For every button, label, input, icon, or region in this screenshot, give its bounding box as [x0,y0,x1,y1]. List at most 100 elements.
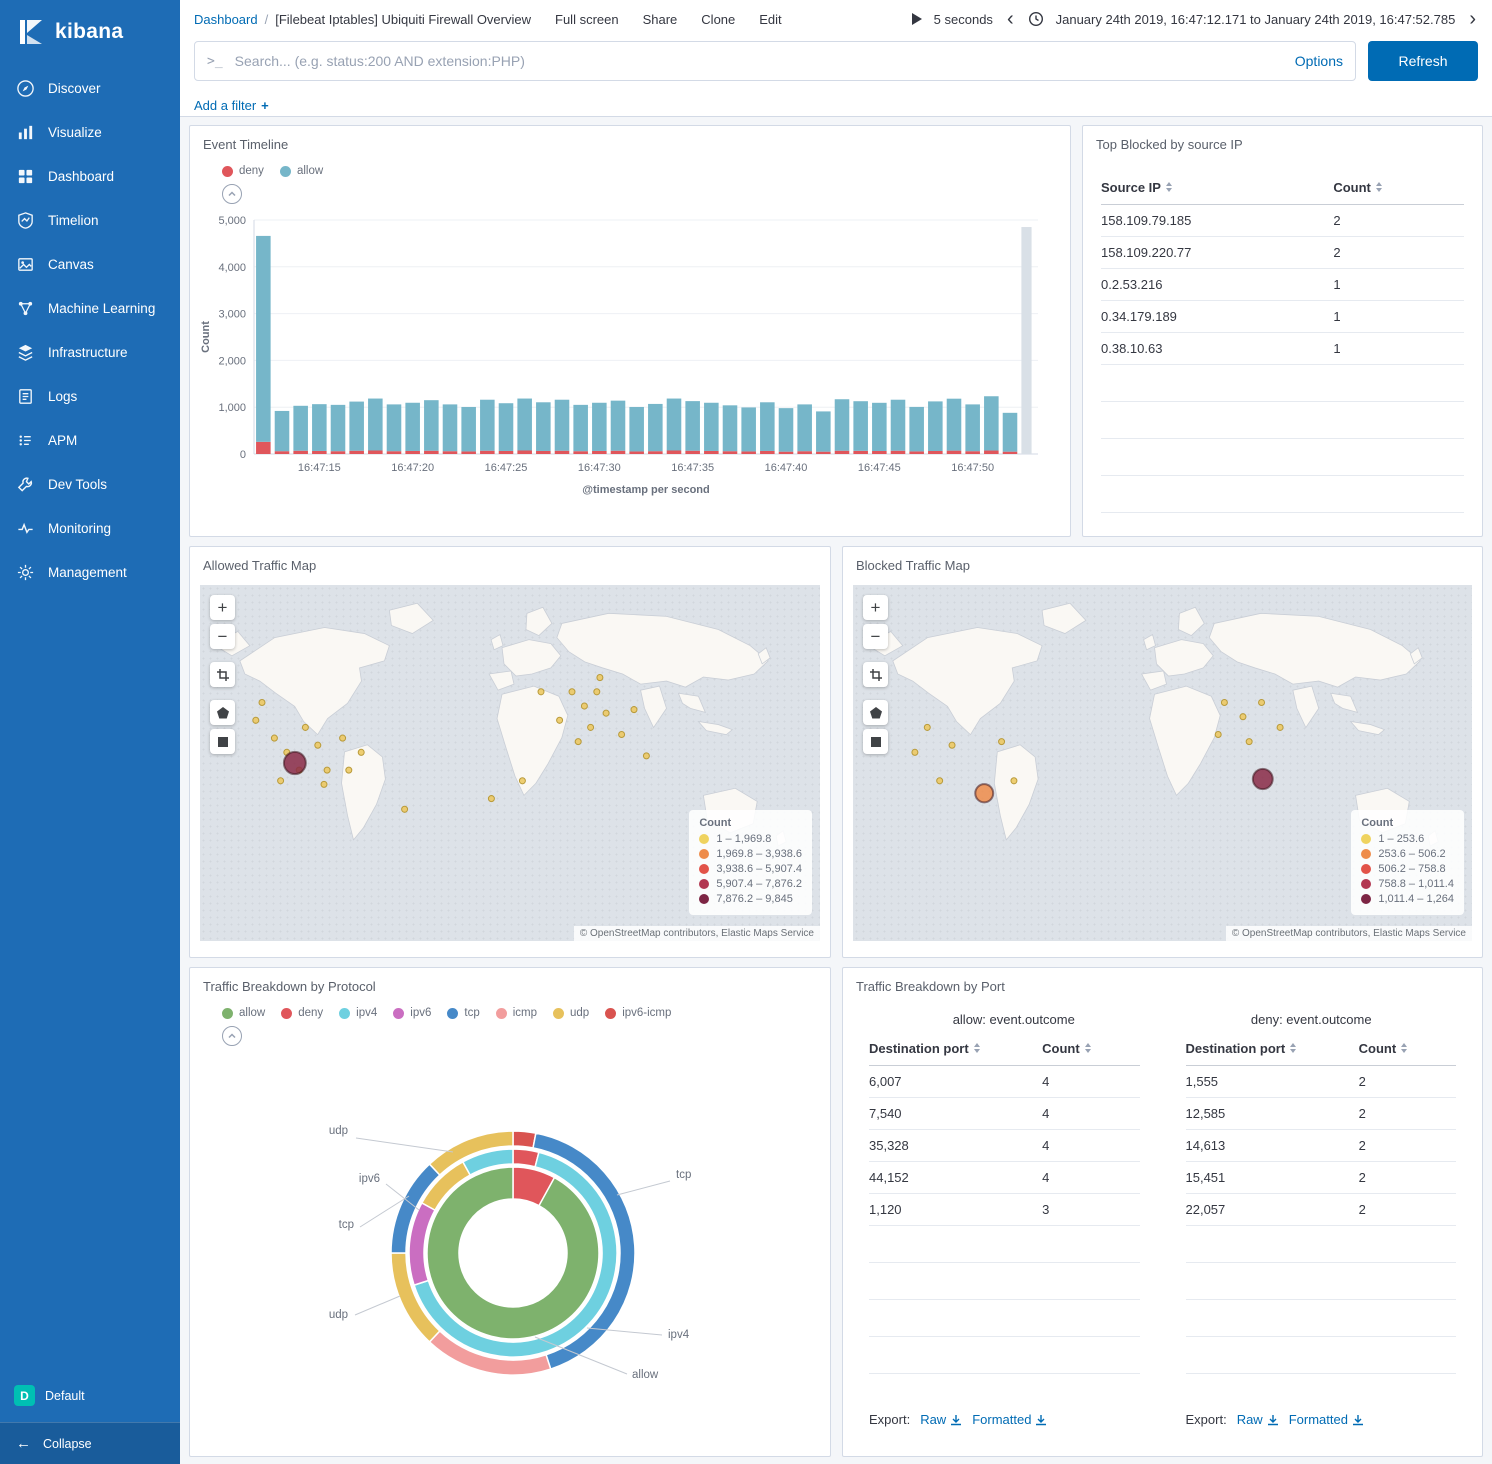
legend-item-deny[interactable]: deny [281,1007,323,1019]
allowed-traffic-map[interactable]: + − Count 1 – 1,969.8 1,969.8 – 3,938.6 … [200,585,820,941]
play-refresh-icon[interactable] [912,13,922,25]
kibana-app: kibana Discover Visualize Dashboard Time… [0,0,1492,1464]
sidebar-item-label: Dev Tools [48,477,107,492]
breadcrumb-separator: / [265,12,269,27]
legend-collapse-button[interactable] [222,184,242,204]
refresh-button[interactable]: Refresh [1368,41,1478,81]
time-range[interactable]: January 24th 2019, 16:47:12.171 to Janua… [1056,12,1456,27]
zoom-in-button[interactable]: + [863,595,888,620]
sidebar-item-machine-learning[interactable]: Machine Learning [0,286,180,330]
map-controls: + − [210,595,235,754]
sort-icon[interactable] [1085,1043,1091,1053]
space-selector[interactable]: D Default [0,1385,180,1406]
kibana-logo-block[interactable]: kibana [0,0,180,66]
query-options-link[interactable]: Options [1295,53,1343,69]
time-forward-chevron-icon[interactable]: › [1467,9,1478,29]
panel-title: Traffic Breakdown by Port [843,968,1482,998]
legend-item-ipv4[interactable]: ipv4 [339,1007,377,1019]
breadcrumb-dashboard-link[interactable]: Dashboard [194,12,258,27]
svg-text:0: 0 [240,449,246,461]
map-legend: Count 1 – 1,969.8 1,969.8 – 3,938.6 3,93… [689,810,812,915]
add-filter-plus-icon[interactable]: + [261,98,269,113]
panel-traffic-by-protocol: Traffic Breakdown by Protocol allow deny… [189,967,831,1457]
share-button[interactable]: Share [643,12,678,27]
polygon-tool-button[interactable] [210,700,235,725]
sidebar-item-dashboard[interactable]: Dashboard [0,154,180,198]
column-count[interactable]: Count [1042,1041,1139,1056]
sort-icon[interactable] [974,1043,980,1053]
allow-outcome-heading: allow: event.outcome [865,1012,1163,1027]
zoom-out-button[interactable]: − [863,624,888,649]
sort-icon[interactable] [1401,1043,1407,1053]
zoom-out-button[interactable]: − [210,624,235,649]
table-row: 1,5552 [1186,1066,1457,1098]
column-destination-port[interactable]: Destination port [869,1041,1042,1056]
sidebar-item-canvas[interactable]: Canvas [0,242,180,286]
legend-item-ipv6-icmp[interactable]: ipv6-icmp [605,1007,671,1019]
sidebar-item-timelion[interactable]: Timelion [0,198,180,242]
panel-title: Allowed Traffic Map [190,547,830,577]
edit-button[interactable]: Edit [759,12,781,27]
table-header-row: Source IP Count [1101,170,1464,205]
sidebar-item-discover[interactable]: Discover [0,66,180,110]
table-row: 44,1524 [869,1162,1140,1194]
legend-row: 1 – 253.6 [1361,833,1454,845]
search-box: >_ Options [194,41,1356,81]
zoom-in-button[interactable]: + [210,595,235,620]
legend-collapse-button[interactable] [222,1026,242,1046]
dev-tools-icon [16,475,35,494]
blocked-traffic-map[interactable]: + − Count 1 – 253.6 253.6 – 506.2 506.2 … [853,585,1472,941]
table-row: 0.2.53.2161 [1101,269,1464,301]
legend-item-udp[interactable]: udp [553,1007,589,1019]
table-row: 158.109.79.1852 [1101,205,1464,237]
legend-item-icmp[interactable]: icmp [496,1007,537,1019]
full-screen-button[interactable]: Full screen [555,12,619,27]
sidebar-collapse-button[interactable]: ← Collapse [0,1422,180,1464]
add-filter-link[interactable]: Add a filter [194,98,256,113]
export-row: Export: Raw Formatted [1186,1402,1457,1429]
column-destination-port[interactable]: Destination port [1186,1041,1359,1056]
sort-icon[interactable] [1290,1043,1296,1053]
sidebar-item-dev-tools[interactable]: Dev Tools [0,462,180,506]
sidebar-item-label: Canvas [48,257,94,272]
sidebar-item-monitoring[interactable]: Monitoring [0,506,180,550]
export-formatted-link[interactable]: Formatted [1289,1412,1364,1427]
legend-item-tcp[interactable]: tcp [447,1007,479,1019]
column-count[interactable]: Count [1359,1041,1456,1056]
sidebar-item-label: Monitoring [48,521,111,536]
svg-text:16:47:30: 16:47:30 [578,462,621,474]
sidebar-item-apm[interactable]: APM [0,418,180,462]
legend-item-allow[interactable]: allow [280,165,323,177]
sidebar-item-logs[interactable]: Logs [0,374,180,418]
timelion-icon [16,211,35,230]
polygon-tool-button[interactable] [863,700,888,725]
column-source-ip[interactable]: Source IP [1101,180,1333,195]
sort-icon[interactable] [1166,182,1172,192]
refresh-interval[interactable]: 5 seconds [934,12,993,27]
clone-button[interactable]: Clone [701,12,735,27]
sidebar-item-management[interactable]: Management [0,550,180,594]
export-formatted-link[interactable]: Formatted [972,1412,1047,1427]
sidebar-item-infrastructure[interactable]: Infrastructure [0,330,180,374]
crop-tool-button[interactable] [210,662,235,687]
svg-text:16:47:20: 16:47:20 [391,462,434,474]
panel-title: Top Blocked by source IP [1083,126,1482,156]
sidebar-item-label: Visualize [48,125,102,140]
search-input[interactable] [233,52,1283,70]
column-count[interactable]: Count [1333,180,1464,195]
rectangle-tool-button[interactable] [863,729,888,754]
download-icon [1035,1414,1047,1426]
legend-item-deny[interactable]: deny [222,165,264,177]
sidebar: kibana Discover Visualize Dashboard Time… [0,0,180,1464]
export-raw-link[interactable]: Raw [1237,1412,1279,1427]
time-back-chevron-icon[interactable]: ‹ [1005,9,1016,29]
sidebar-item-visualize[interactable]: Visualize [0,110,180,154]
crop-tool-button[interactable] [863,662,888,687]
legend-item-allow[interactable]: allow [222,1007,265,1019]
legend-item-ipv6[interactable]: ipv6 [393,1007,431,1019]
export-raw-link[interactable]: Raw [920,1412,962,1427]
sort-icon[interactable] [1376,182,1382,192]
dashboard-icon [16,167,35,186]
rectangle-tool-button[interactable] [210,729,235,754]
kibana-logo-icon [16,18,44,46]
